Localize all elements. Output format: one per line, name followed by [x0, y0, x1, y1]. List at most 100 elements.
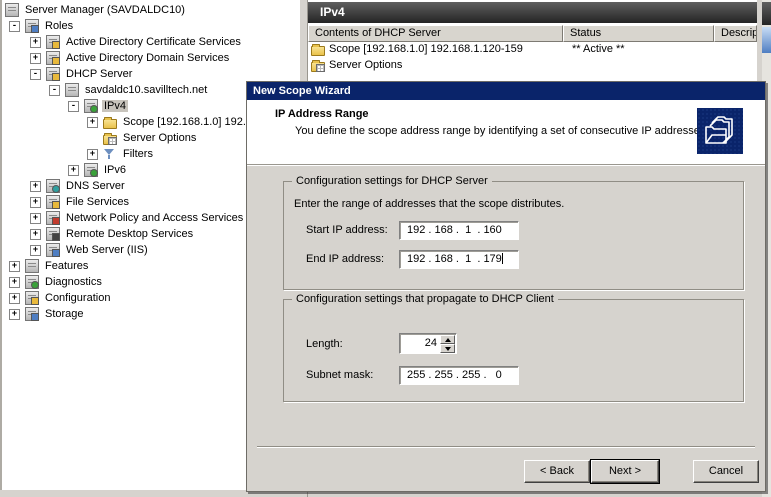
- rds-icon: [46, 227, 60, 241]
- configuration-icon: [25, 291, 39, 305]
- start-ip-input[interactable]: 192 . 168 . 1 . 160: [399, 221, 519, 240]
- expand-toggle-icon[interactable]: +: [30, 244, 41, 256]
- expand-toggle-icon[interactable]: +: [30, 36, 41, 48]
- dhcp-server-icon: [46, 67, 60, 81]
- server-manager-window: Server Manager (SAVDALDC10) - Roles + Ac…: [0, 0, 771, 497]
- scope-folder-icon: [103, 116, 117, 129]
- collapse-toggle-icon[interactable]: -: [9, 20, 20, 32]
- expand-toggle-icon[interactable]: +: [30, 212, 41, 224]
- subnet-mask-label: Subnet mask:: [306, 369, 374, 381]
- start-ip-label: Start IP address:: [306, 224, 388, 236]
- tree-item-label: Diagnostics: [45, 276, 102, 288]
- group-legend: Configuration settings for DHCP Server: [292, 175, 492, 187]
- tree-item-label: Server Options: [123, 132, 197, 144]
- tree-item-label: Filters: [123, 148, 153, 160]
- npas-icon: [46, 211, 60, 225]
- tree-item-label: Web Server (IIS): [66, 244, 148, 256]
- wizard-page-description: You define the scope address range by id…: [295, 125, 709, 137]
- group-dhcp-client-settings: Configuration settings that propagate to…: [283, 293, 744, 402]
- expand-toggle-icon[interactable]: +: [9, 308, 20, 320]
- adcs-icon: [46, 35, 60, 49]
- list-cell-name: Scope [192.168.1.0] 192.168.1.120-159: [329, 43, 523, 55]
- server-manager-icon: [5, 3, 19, 17]
- tree-item-label: Scope [192.168.1.0] 192.: [123, 116, 246, 128]
- tree-item-label-selected: IPv4: [102, 100, 129, 112]
- web-server-icon: [46, 243, 60, 257]
- expand-toggle-icon[interactable]: +: [30, 196, 41, 208]
- tree-item-label: Server Manager (SAVDALDC10): [25, 4, 185, 16]
- dialog-title-bar[interactable]: New Scope Wizard: [247, 82, 765, 100]
- ipv4-icon: [84, 99, 98, 113]
- new-scope-wizard-dialog: New Scope Wizard IP Address Range You de…: [246, 81, 766, 492]
- list-row-scope[interactable]: Scope [192.168.1.0] 192.168.1.120-159 **…: [308, 41, 757, 57]
- expand-toggle-icon[interactable]: +: [87, 116, 98, 128]
- wizard-header: IP Address Range You define the scope ad…: [247, 100, 765, 165]
- group-legend: Configuration settings that propagate to…: [292, 293, 558, 305]
- tree-item-dhcp-server[interactable]: - DHCP Server: [2, 66, 300, 82]
- collapse-toggle-icon[interactable]: -: [49, 84, 60, 96]
- results-pane-title: IPv4: [308, 2, 757, 23]
- tree-item-label: Network Policy and Access Services: [66, 212, 244, 224]
- spin-down-button[interactable]: [440, 344, 455, 353]
- list-row-server-options[interactable]: Server Options: [308, 57, 757, 73]
- folder-icon: [311, 43, 325, 56]
- tree-item-label: Features: [45, 260, 89, 272]
- column-header-contents[interactable]: Contents of DHCP Server: [308, 25, 563, 42]
- expand-toggle-icon[interactable]: +: [9, 292, 20, 304]
- actions-pane-header-edge: [762, 2, 771, 25]
- spin-up-button[interactable]: [440, 335, 455, 344]
- storage-icon: [25, 307, 39, 321]
- wizard-page-heading: IP Address Range: [275, 108, 369, 120]
- subnet-mask-input[interactable]: 255 . 255 . 255 . 0: [399, 366, 519, 385]
- column-header-description[interactable]: Descript: [714, 25, 757, 42]
- filters-icon: [103, 147, 117, 161]
- tree-item-label: DHCP Server: [66, 68, 133, 80]
- tree-item-label: File Services: [66, 196, 129, 208]
- tree-item-adds[interactable]: + Active Directory Domain Services: [2, 50, 300, 66]
- expand-toggle-icon[interactable]: +: [87, 148, 98, 160]
- expand-toggle-icon[interactable]: +: [68, 164, 79, 176]
- list-cell-status: ** Active **: [572, 43, 625, 55]
- length-stepper[interactable]: 24: [399, 333, 457, 354]
- expand-toggle-icon[interactable]: +: [9, 260, 20, 272]
- tree-item-label: DNS Server: [66, 180, 125, 192]
- server-options-icon: [103, 132, 117, 145]
- folders-stack-icon: [697, 108, 743, 154]
- tree-item-label: Roles: [45, 20, 74, 32]
- expand-toggle-icon[interactable]: +: [30, 228, 41, 240]
- server-host-icon: [65, 83, 79, 97]
- expand-toggle-icon[interactable]: +: [9, 276, 20, 288]
- button-separator: [257, 446, 755, 448]
- text-caret: [501, 253, 503, 264]
- tree-item-server-manager[interactable]: Server Manager (SAVDALDC10): [2, 2, 300, 18]
- tree-item-label: Storage: [45, 308, 84, 320]
- tree-item-label: Configuration: [45, 292, 111, 304]
- collapse-toggle-icon[interactable]: -: [68, 100, 79, 112]
- dns-server-icon: [46, 179, 60, 193]
- expand-toggle-icon[interactable]: +: [30, 180, 41, 192]
- length-value: 24: [424, 337, 437, 349]
- actions-pane-item-edge: [762, 27, 771, 53]
- next-button[interactable]: Next >: [590, 459, 660, 484]
- end-ip-label: End IP address:: [306, 253, 385, 265]
- tree-item-label: savdaldc10.savilltech.net: [85, 84, 208, 96]
- cancel-button[interactable]: Cancel: [693, 460, 759, 483]
- list-cell-name: Server Options: [329, 59, 403, 71]
- roles-icon: [25, 19, 39, 33]
- tree-item-label: Active Directory Domain Services: [66, 52, 230, 64]
- collapse-toggle-icon[interactable]: -: [30, 68, 41, 80]
- back-button[interactable]: < Back: [524, 460, 590, 483]
- column-header-status[interactable]: Status: [563, 25, 714, 42]
- list-column-headers: Contents of DHCP Server Status Descript: [308, 25, 757, 42]
- ipv6-icon: [84, 163, 98, 177]
- end-ip-input[interactable]: 192 . 168 . 1 . 179: [399, 250, 519, 269]
- file-services-icon: [46, 195, 60, 209]
- tree-item-roles[interactable]: - Roles: [2, 18, 300, 34]
- features-icon: [25, 259, 39, 273]
- adds-icon: [46, 51, 60, 65]
- expand-toggle-icon[interactable]: +: [30, 52, 41, 64]
- tree-item-label: IPv6: [104, 164, 127, 176]
- server-options-icon: [311, 59, 325, 72]
- tree-item-label: Remote Desktop Services: [66, 228, 194, 240]
- tree-item-adcs[interactable]: + Active Directory Certificate Services: [2, 34, 300, 50]
